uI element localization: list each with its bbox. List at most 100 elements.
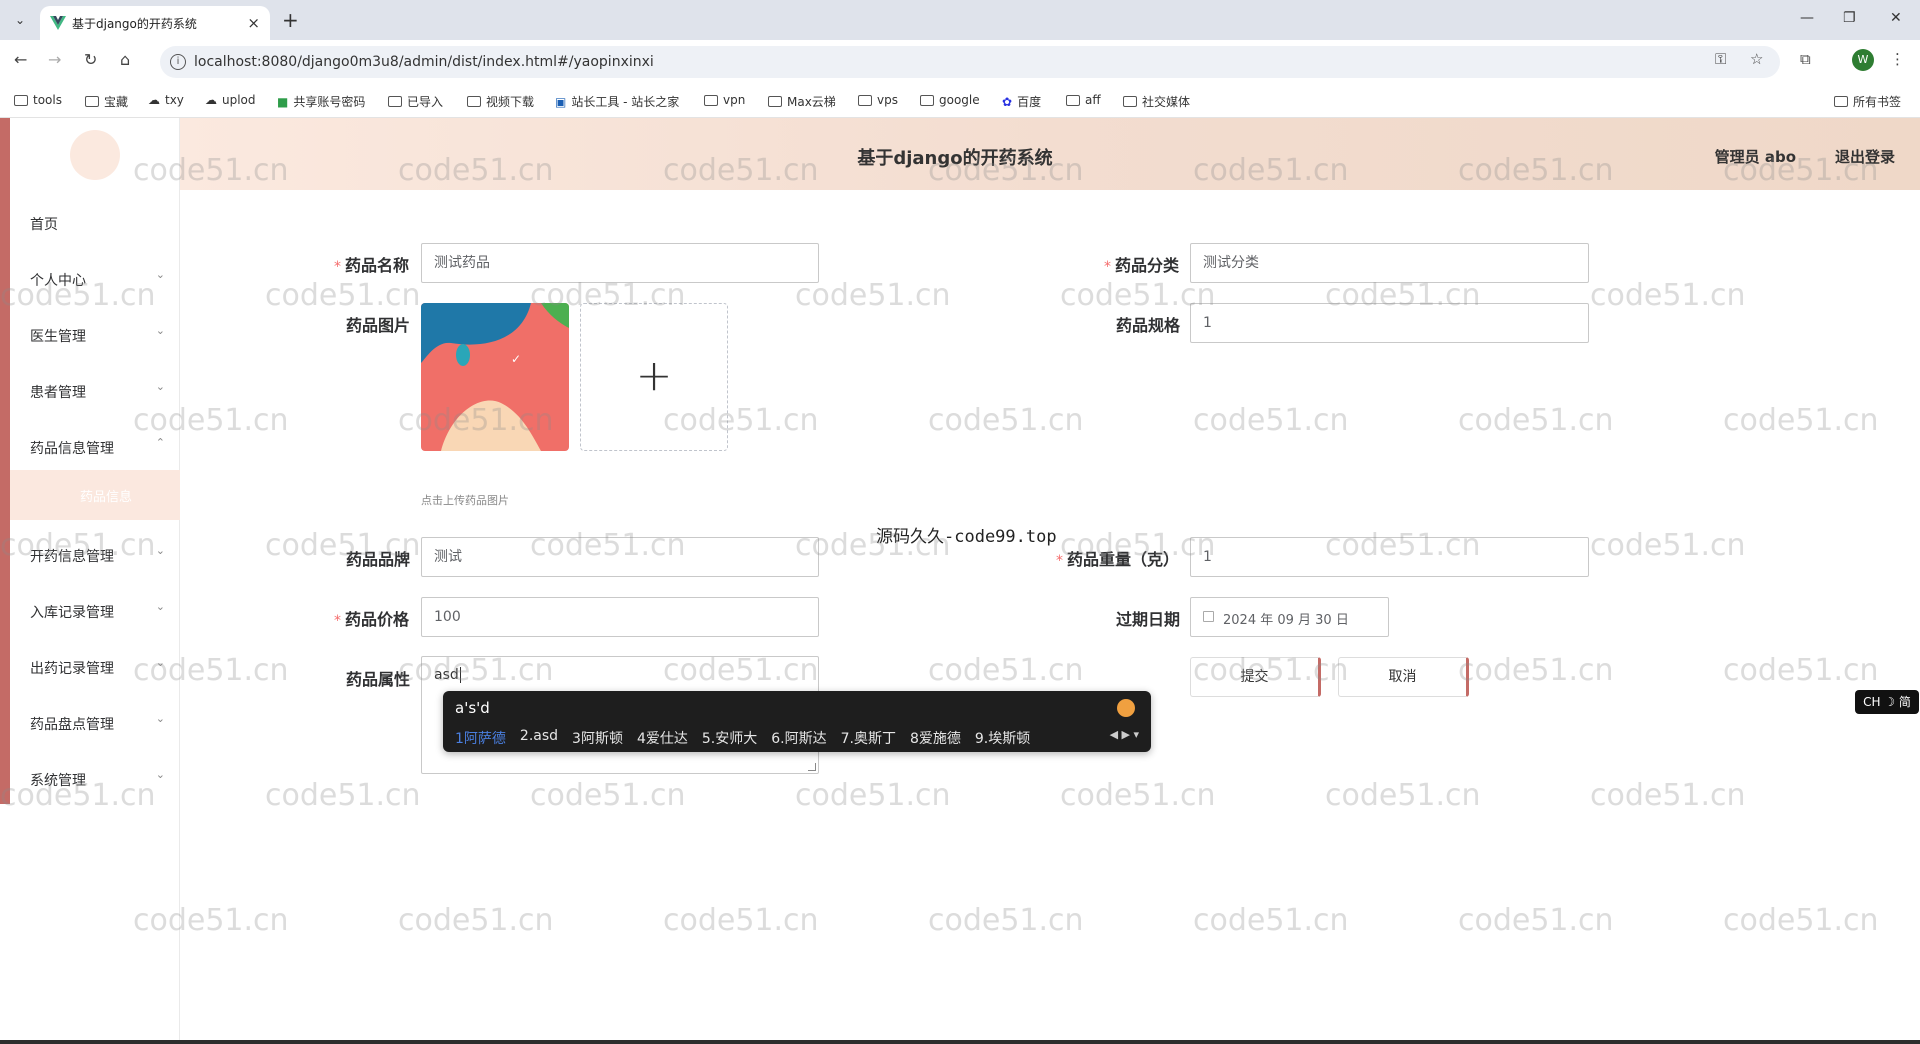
watermark-text: code51.cn <box>928 403 1084 438</box>
ime-candidate[interactable]: 4爱仕达 <box>637 728 688 748</box>
app-header: 基于django的开药系统 管理员 abo 退出登录 <box>180 118 1920 190</box>
bookmark-item[interactable]: ☁ txy <box>148 93 184 107</box>
url-text[interactable]: localhost:8080/django0m3u8/admin/dist/in… <box>194 54 654 70</box>
chevron-down-icon: ⌄ <box>155 768 165 781</box>
tab-close-icon[interactable]: × <box>247 14 260 32</box>
site-info-icon[interactable]: i <box>170 54 186 70</box>
bookmark-item[interactable]: aff <box>1066 93 1101 107</box>
sidebar-item-home[interactable]: 首页 <box>30 208 165 238</box>
tab-list-button[interactable]: ⌄ <box>8 8 32 32</box>
folder-icon <box>14 94 28 106</box>
watermark-text: code51.cn <box>795 778 951 813</box>
watermark-text: code51.cn <box>265 278 421 313</box>
ime-candidate[interactable]: 2.asd <box>520 728 558 748</box>
bookmark-site-icon: ▣ <box>555 94 567 109</box>
sidebar-item-system-management[interactable]: 系统管理 ⌄ <box>30 764 165 794</box>
logout-link[interactable]: 退出登录 <box>1835 146 1895 167</box>
drug-image-thumbnail[interactable]: ✓ <box>421 303 569 451</box>
all-bookmarks[interactable]: 所有书签 <box>1834 93 1901 110</box>
drug-price-input[interactable]: 100 <box>421 597 819 637</box>
bookmark-item[interactable]: ☁ uplod <box>205 93 256 107</box>
chevron-down-icon: ⌄ <box>155 656 165 669</box>
watermark-text: code51.cn <box>1193 903 1349 938</box>
bookmark-item[interactable]: ✿ 百度 <box>1002 93 1041 110</box>
ime-candidate[interactable]: 7.奥斯丁 <box>841 728 896 748</box>
image-upload-box[interactable]: + <box>580 303 728 451</box>
watermark-text: code51.cn <box>663 903 819 938</box>
folder-icon <box>858 94 872 106</box>
drug-category-input[interactable]: 测试分类 <box>1190 243 1589 283</box>
sidebar: 首页 个人中心 ⌄ 医生管理 ⌄ 患者管理 ⌄ 药品信息管理 ⌃ 药品信息 开药… <box>0 118 180 1044</box>
ime-page-nav-icon[interactable]: ◀ ▶ ▾ <box>1110 728 1139 741</box>
sidebar-item-patient-management[interactable]: 患者管理 ⌄ <box>30 376 165 406</box>
bookmark-item[interactable]: vpn <box>704 93 745 107</box>
restore-icon[interactable]: ❐ <box>1843 10 1856 26</box>
bookmark-item[interactable]: ▣ 站长工具 - 站长之家 <box>555 93 679 110</box>
drug-brand-input[interactable]: 测试 <box>421 537 819 577</box>
forward-icon[interactable]: → <box>48 50 61 69</box>
bookmark-item[interactable]: 视频下载 <box>467 93 534 110</box>
sidebar-item-drug-info-management[interactable]: 药品信息管理 ⌃ <box>30 432 165 462</box>
bookmark-item[interactable]: google <box>920 93 980 107</box>
window-close-icon[interactable]: ✕ <box>1890 10 1902 26</box>
calendar-icon <box>1203 611 1214 622</box>
sidebar-item-dispense-management[interactable]: 出药记录管理 ⌄ <box>30 652 165 682</box>
profile-avatar[interactable]: W <box>1852 49 1874 71</box>
new-tab-button[interactable]: + <box>282 8 299 32</box>
extensions-icon[interactable]: ⧉ <box>1800 50 1811 68</box>
drug-name-input[interactable]: 测试药品 <box>421 243 819 283</box>
browser-menu-icon[interactable]: ⋮ <box>1890 50 1905 68</box>
watermark-text: code51.cn <box>1723 403 1879 438</box>
tab-title: 基于django的开药系统 <box>72 17 197 31</box>
reload-icon[interactable]: ↻ <box>84 50 97 69</box>
bookmark-item[interactable]: ■ 共享账号密码 <box>277 93 365 110</box>
drug-spec-label: 药品规格 <box>1116 316 1181 335</box>
bookmark-item[interactable]: 已导入 <box>388 93 443 110</box>
expiry-date-picker[interactable]: 2024 年 09 月 30 日 <box>1190 597 1389 637</box>
bookmark-item[interactable]: 宝藏 <box>85 93 128 110</box>
bookmark-item[interactable]: 社交媒体 <box>1123 93 1190 110</box>
ime-language-indicator[interactable]: CH ☽ 简 <box>1855 690 1919 714</box>
cloud-icon: ☁ <box>148 93 160 107</box>
bookmark-item[interactable]: Max云梯 <box>768 93 836 110</box>
bookmark-star-icon[interactable]: ☆ <box>1750 50 1763 68</box>
drug-weight-label: * 药品重量（克） <box>1056 550 1180 569</box>
sidebar-subitem-drug-info[interactable]: 药品信息 <box>10 470 180 520</box>
ime-candidate[interactable]: 9.埃斯顿 <box>975 728 1030 748</box>
ime-candidate[interactable]: 3阿斯顿 <box>572 728 623 748</box>
text-caret <box>459 667 461 683</box>
drug-name-label: * 药品名称 <box>334 256 410 275</box>
sidebar-item-stock-in-management[interactable]: 入库记录管理 ⌄ <box>30 596 165 626</box>
bookmarks-bar: tools 宝藏 ☁ txy ☁ uplod ■ 共享账号密码 已导入 视频下载 ▣ 站… <box>0 85 1920 118</box>
ime-candidate[interactable]: 1阿萨德 <box>455 728 506 748</box>
submit-button[interactable]: 提交 <box>1190 657 1321 697</box>
cancel-button[interactable]: 取消 <box>1338 657 1469 697</box>
drug-spec-input[interactable]: 1 <box>1190 303 1589 343</box>
home-icon[interactable]: ⌂ <box>120 50 130 69</box>
uploaded-image-preview: ✓ <box>421 303 569 451</box>
app-root: 首页 个人中心 ⌄ 医生管理 ⌄ 患者管理 ⌄ 药品信息管理 ⌃ 药品信息 开药… <box>0 118 1920 1044</box>
minimize-icon[interactable]: — <box>1800 10 1814 26</box>
url-bar[interactable]: i localhost:8080/django0m3u8/admin/dist/… <box>160 46 1780 78</box>
bookmark-item[interactable]: vps <box>858 93 898 107</box>
sidebar-item-inventory-management[interactable]: 药品盘点管理 ⌄ <box>30 708 165 738</box>
resize-grip[interactable] <box>808 763 816 771</box>
watermark-text: code51.cn <box>928 903 1084 938</box>
ime-candidate[interactable]: 5.安师大 <box>702 728 757 748</box>
sidebar-item-prescription-management[interactable]: 开药信息管理 ⌄ <box>30 540 165 570</box>
password-key-icon[interactable]: ⚿ <box>1715 50 1726 68</box>
bookmark-item[interactable]: tools <box>14 93 62 107</box>
taskbar-strip <box>0 1040 1920 1044</box>
back-icon[interactable]: ← <box>14 50 27 69</box>
sidebar-item-personal-center[interactable]: 个人中心 ⌄ <box>30 264 165 294</box>
watermark-text: code51.cn <box>1458 903 1614 938</box>
chevron-down-icon: ⌄ <box>155 380 165 393</box>
watermark-text: code51.cn <box>1458 403 1614 438</box>
ime-candidate[interactable]: 8爱施德 <box>910 728 961 748</box>
drug-weight-input[interactable]: 1 <box>1190 537 1589 577</box>
cloud-icon: ☁ <box>205 93 217 107</box>
sidebar-item-doctor-management[interactable]: 医生管理 ⌄ <box>30 320 165 350</box>
required-mark: * <box>1104 259 1111 275</box>
ime-candidate[interactable]: 6.阿斯达 <box>771 728 826 748</box>
browser-tab[interactable]: 基于django的开药系统 × <box>40 6 270 40</box>
